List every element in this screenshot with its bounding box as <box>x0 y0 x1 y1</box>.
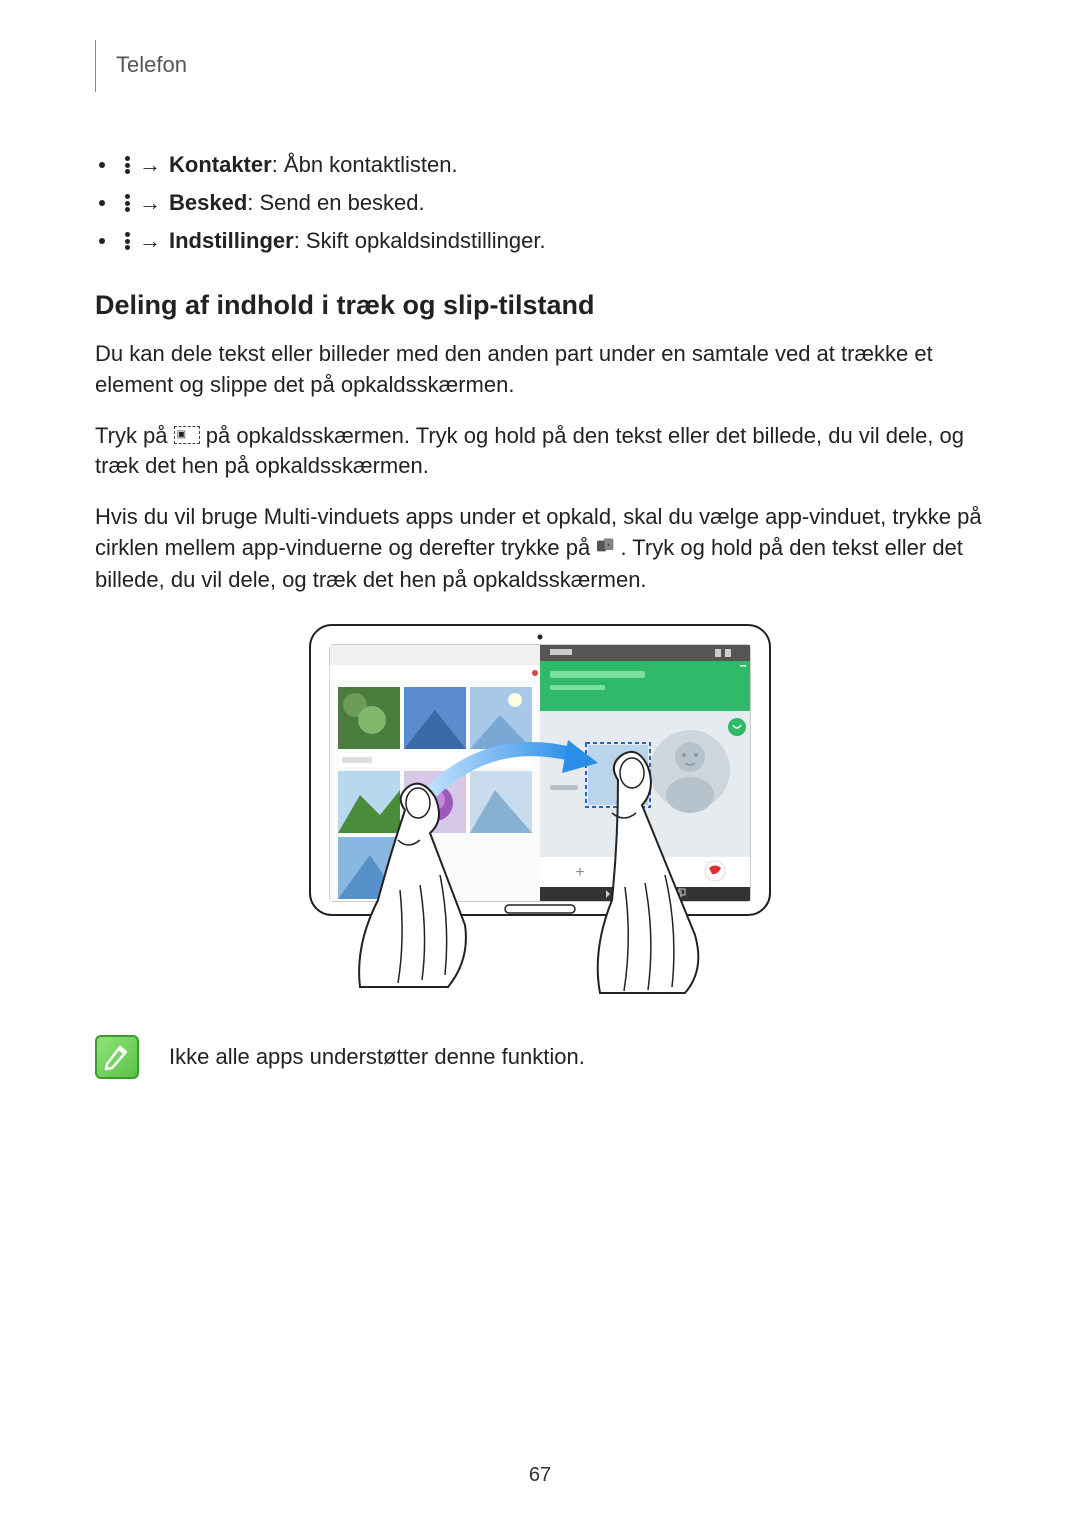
option-label: Indstillinger <box>169 228 294 253</box>
bullet-icon <box>99 200 105 206</box>
arrow-icon: → <box>139 228 161 254</box>
section-header: Telefon <box>95 40 985 92</box>
body-paragraph: Du kan dele tekst eller billeder med den… <box>95 339 985 401</box>
list-item: → Kontakter: Åbn kontaktlisten. <box>95 152 985 178</box>
svg-text:+: + <box>575 864 584 881</box>
menu-options-list: → Kontakter: Åbn kontaktlisten. → Besked… <box>95 152 985 254</box>
drag-content-icon <box>596 532 614 563</box>
bullet-icon <box>99 238 105 244</box>
arrow-icon: → <box>139 152 161 178</box>
overflow-menu-icon <box>125 232 131 250</box>
multiwindow-tray-icon: ▣ <box>174 426 200 444</box>
overflow-menu-icon <box>125 194 131 212</box>
subsection-heading: Deling af indhold i træk og slip-tilstan… <box>95 290 985 321</box>
note-callout: Ikke alle apps understøtter denne funkti… <box>95 1035 985 1079</box>
overflow-menu-icon <box>125 156 131 174</box>
bullet-icon <box>99 162 105 168</box>
text-fragment: på opkaldsskærmen. Tryk og hold på den t… <box>95 423 964 479</box>
section-title: Telefon <box>116 52 985 78</box>
body-paragraph: Tryk på ▣ på opkaldsskærmen. Tryk og hol… <box>95 421 985 483</box>
body-paragraph: Hvis du vil bruge Multi-vinduets apps un… <box>95 502 985 595</box>
option-desc: : Skift opkaldsindstillinger. <box>294 228 546 253</box>
arrow-icon: → <box>139 190 161 216</box>
text-fragment: Tryk på <box>95 423 174 448</box>
note-text: Ikke alle apps understøtter denne funkti… <box>169 1044 585 1070</box>
option-label: Kontakter <box>169 152 272 177</box>
option-label: Besked <box>169 190 247 215</box>
illustration-container: + <box>95 615 985 995</box>
page-number: 67 <box>0 1464 1080 1487</box>
option-desc: : Åbn kontaktlisten. <box>272 152 458 177</box>
note-icon <box>95 1035 139 1079</box>
drag-drop-illustration: + <box>300 615 780 995</box>
option-desc: : Send en besked. <box>247 190 424 215</box>
list-item: → Besked: Send en besked. <box>95 190 985 216</box>
list-item: → Indstillinger: Skift opkaldsindstillin… <box>95 228 985 254</box>
